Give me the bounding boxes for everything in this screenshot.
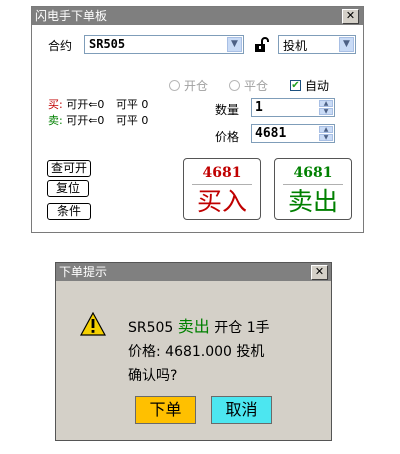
dialog-line-price: 价格: 4681.000 投机	[128, 344, 265, 360]
sell-close-available: 可平 0	[115, 114, 149, 127]
chevron-up-icon[interactable]: ▲	[319, 126, 333, 133]
sell-availability: 卖: 可开⇐0 可平 0	[48, 112, 148, 128]
open-position-radio[interactable]	[169, 80, 180, 91]
buy-button[interactable]: 4681 买入	[183, 158, 261, 220]
dialog-line-order: SR505 卖出 开仓 1手	[128, 313, 270, 337]
sell-label: 卖出	[287, 187, 338, 216]
hedge-type-select[interactable]: 投机 ▼	[278, 35, 356, 54]
close-position-label: 平仓	[244, 79, 269, 93]
dialog-contract: SR505	[128, 320, 174, 336]
buy-prefix: 买:	[48, 98, 63, 111]
dialog-order-detail: 开仓 1手	[214, 320, 270, 336]
price-value: 4681	[255, 126, 287, 141]
order-panel-title: 闪电手下单板	[35, 9, 108, 23]
chevron-up-icon[interactable]: ▲	[319, 100, 333, 107]
quantity-value: 1	[255, 100, 263, 115]
open-position-label: 开仓	[184, 79, 209, 93]
quantity-label: 数量	[215, 103, 240, 117]
auto-label: 自动	[305, 79, 330, 93]
dialog-title: 下单提示	[59, 265, 108, 279]
reset-button[interactable]: 复位	[47, 180, 89, 197]
contract-select[interactable]: SR505 ▼	[84, 35, 244, 54]
order-panel-titlebar[interactable]: 闪电手下单板 ✕	[32, 7, 363, 25]
sell-price: 4681	[293, 165, 333, 181]
buy-open-available: 可开⇐0	[66, 98, 105, 111]
sell-prefix: 卖:	[48, 114, 63, 127]
order-confirm-dialog: 下单提示 ✕ SR505 卖出 开仓 1手 价格: 4681.000 投机 确认…	[55, 262, 332, 441]
chevron-down-icon[interactable]: ▼	[339, 37, 354, 52]
close-icon[interactable]: ✕	[311, 265, 328, 280]
contract-label: 合约	[48, 39, 73, 53]
dialog-line-confirm: 确认吗?	[128, 368, 178, 384]
buy-price: 4681	[202, 165, 242, 181]
close-position-radio[interactable]	[229, 80, 240, 91]
chevron-down-icon[interactable]: ▼	[319, 134, 333, 141]
price-stepper[interactable]: 4681 ▲ ▼	[251, 124, 335, 143]
contract-select-value: SR505	[89, 37, 126, 51]
sell-button[interactable]: 4681 卖出	[274, 158, 352, 220]
dialog-action: 卖出	[177, 317, 210, 336]
auto-checkbox[interactable]: ✔	[290, 80, 301, 91]
buy-label: 买入	[196, 187, 247, 216]
confirm-order-button[interactable]: 下单	[135, 396, 196, 424]
sell-divider	[283, 184, 343, 185]
lock-open-icon[interactable]	[253, 37, 269, 53]
sell-open-available: 可开⇐0	[66, 114, 105, 127]
quantity-stepper[interactable]: 1 ▲ ▼	[251, 98, 335, 117]
buy-close-available: 可平 0	[115, 98, 149, 111]
query-available-button[interactable]: 查可开	[47, 160, 91, 177]
close-icon[interactable]: ✕	[342, 9, 359, 24]
chevron-down-icon[interactable]: ▼	[227, 37, 242, 52]
dialog-titlebar[interactable]: 下单提示 ✕	[56, 263, 331, 281]
chevron-down-icon[interactable]: ▼	[319, 108, 333, 115]
hedge-type-value: 投机	[283, 39, 308, 53]
condition-button[interactable]: 条件	[47, 203, 91, 220]
buy-divider	[192, 184, 252, 185]
cancel-button[interactable]: 取消	[211, 396, 272, 424]
buy-availability: 买: 可开⇐0 可平 0	[48, 96, 148, 112]
warning-icon	[80, 312, 106, 336]
order-panel-window: 闪电手下单板 ✕ 合约 SR505 ▼ 投机 ▼ 开仓 平仓 ✔ 自动 买: 可…	[31, 6, 364, 233]
price-label: 价格	[215, 130, 240, 144]
